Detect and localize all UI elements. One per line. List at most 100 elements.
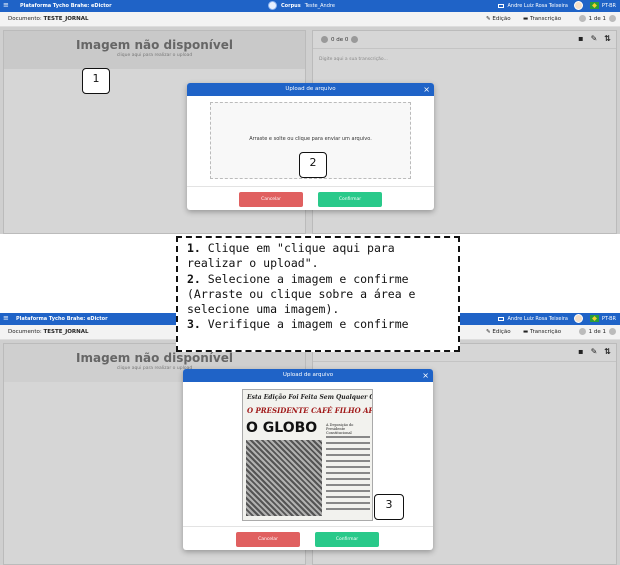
newspaper-subhead: A Deposição do Presidente Constitucional [326, 423, 354, 435]
image-unavailable-title: Imagem não disponível [76, 38, 233, 52]
prev-icon[interactable] [321, 36, 328, 43]
text-column-line [326, 508, 370, 510]
instruction-step-3: 3. Verifique a imagem e confirme [187, 317, 449, 332]
prev-page-icon[interactable] [578, 15, 586, 22]
close-icon[interactable]: × [423, 83, 430, 96]
text-column-line [326, 484, 370, 486]
locale-label: PT-BR [601, 316, 616, 322]
step-marker-3: 3 [374, 494, 404, 520]
locale-label: PT-BR [601, 3, 616, 9]
edit-toggle[interactable]: ✎ Edição [486, 329, 511, 335]
newspaper-headline-1: Esta Edição Foi Feita Sem Qualquer Censu… [247, 394, 372, 401]
toolbar-icons: ▪ ✎ ⇅ [578, 347, 611, 356]
page-count-text: 0 de 0 [331, 36, 349, 43]
app-title: Plataforma Tycho Brahe: eDictor [20, 3, 112, 9]
corpus-selector[interactable]: Corpus Teste_Andre [268, 1, 335, 10]
text-column-line [326, 442, 370, 444]
text-column-line [326, 466, 370, 468]
confirm-button[interactable]: Confirmar [318, 192, 382, 207]
screenshot-step-1-2: ≡ Plataforma Tycho Brahe: eDictor Corpus… [0, 0, 620, 234]
page-count: 0 de 0 [321, 36, 359, 43]
document-bar: Documento: TESTE_JORNAL ✎ Edição ▬ Trans… [0, 12, 620, 27]
menu-icon[interactable]: ≡ [3, 1, 9, 10]
top-bar: ≡ Plataforma Tycho Brahe: eDictor Corpus… [0, 0, 620, 12]
brazil-flag-icon[interactable] [590, 315, 599, 322]
newspaper-preview: Esta Edição Foi Feita Sem Qualquer Censu… [242, 389, 373, 521]
transcription-toggle[interactable]: ▬ Transcrição [523, 329, 561, 335]
page-indicator: 1 de 1 [588, 15, 606, 22]
save-icon[interactable]: ▪ [578, 347, 583, 356]
next-page-icon[interactable] [609, 15, 616, 22]
avatar[interactable] [574, 1, 583, 10]
newspaper-headline-2: O PRESIDENTE CAFÉ FILHO APELA PARA O SUP… [247, 406, 373, 415]
text-column-line [326, 436, 370, 438]
sort-icon[interactable]: ⇅ [604, 34, 611, 43]
cancel-button[interactable]: Cancelar [239, 192, 303, 207]
sort-icon[interactable]: ⇅ [604, 347, 611, 356]
page-indicator: 1 de 1 [588, 328, 606, 335]
edit-icon[interactable]: ✎ [591, 347, 598, 356]
modal-title: Upload de arquivo [285, 86, 336, 92]
user-name: Andre Luiz Rosa Teixeira [507, 3, 568, 9]
text-column-line [326, 478, 370, 480]
close-icon[interactable]: × [422, 369, 429, 382]
transcription-toggle[interactable]: ▬ Transcrição [523, 16, 561, 22]
upload-modal: Upload de arquivo × Arraste e solte ou c… [187, 83, 434, 210]
user-menu[interactable]: Andre Luiz Rosa Teixeira [497, 3, 568, 9]
document-info: Documento: TESTE_JORNAL [8, 16, 89, 22]
text-column-line [326, 496, 370, 498]
step-text: Clique em "clique aqui para realizar o u… [187, 241, 395, 271]
text-column-line [326, 448, 370, 450]
transcription-toolbar: 0 de 0 ▪ ✎ ⇅ [313, 31, 616, 49]
prev-page-icon[interactable] [578, 328, 586, 335]
step-number: 1. [187, 241, 201, 255]
upload-hint[interactable]: clique aqui para realizar o upload [4, 53, 305, 58]
transcription-input[interactable]: Digite aqui a sua transcrição... [319, 57, 388, 62]
toolbar-icons: ▪ ✎ ⇅ [578, 34, 611, 43]
globe-icon [268, 1, 277, 10]
document-label: Documento: [8, 16, 42, 22]
step-marker-1: 1 [82, 68, 110, 94]
newspaper-masthead: O GLOBO [246, 420, 318, 436]
instructions-box: 1. Clique em "clique aqui para realizar … [176, 236, 460, 352]
text-column-line [326, 472, 370, 474]
step-number: 3. [187, 317, 201, 332]
corpus-label: Corpus [281, 2, 301, 9]
page-pager: 1 de 1 [578, 328, 616, 335]
modal-footer: Cancelar Confirmar [187, 186, 434, 210]
edit-icon[interactable]: ✎ [591, 34, 598, 43]
cancel-button[interactable]: Cancelar [236, 532, 300, 547]
step-text: Verifique a imagem e confirme [207, 317, 409, 332]
upload-trigger[interactable]: Imagem não disponível clique aqui para r… [4, 31, 305, 69]
step-number: 2. [187, 271, 201, 286]
step-marker-2: 2 [299, 152, 327, 178]
next-page-icon[interactable] [609, 328, 616, 335]
transcription-label: Transcrição [529, 329, 562, 335]
edit-label: Edição [492, 16, 511, 22]
text-column-line [326, 454, 370, 456]
next-icon[interactable] [351, 36, 359, 43]
id-card-icon [497, 3, 504, 8]
document-name: TESTE_JORNAL [43, 329, 89, 335]
user-menu[interactable]: Andre Luiz Rosa Teixeira [497, 316, 568, 322]
confirm-button[interactable]: Confirmar [315, 532, 379, 547]
text-column-line [326, 460, 370, 462]
instruction-step-1: 1. Clique em "clique aqui para realizar … [187, 241, 449, 272]
id-card-icon [497, 316, 504, 321]
menu-icon[interactable]: ≡ [3, 314, 9, 323]
upload-modal: Upload de arquivo × Esta Edição Foi Feit… [183, 369, 433, 550]
transcription-label: Transcrição [529, 16, 562, 22]
avatar[interactable] [574, 314, 583, 323]
edit-toggle[interactable]: ✎ Edição [486, 16, 511, 22]
app-title: Plataforma Tycho Brahe: eDictor [16, 316, 108, 322]
save-icon[interactable]: ▪ [578, 34, 583, 43]
newspaper-photo [246, 440, 322, 516]
user-name: Andre Luiz Rosa Teixeira [507, 316, 568, 322]
modal-header: Upload de arquivo × [183, 369, 433, 382]
brazil-flag-icon[interactable] [590, 2, 599, 9]
document-name: TESTE_JORNAL [43, 16, 89, 22]
modal-title: Upload de arquivo [282, 372, 334, 378]
text-column-line [326, 502, 370, 504]
step-text: Selecione a imagem e confirme (Arraste o… [187, 271, 416, 317]
page-pager: 1 de 1 [578, 15, 616, 22]
